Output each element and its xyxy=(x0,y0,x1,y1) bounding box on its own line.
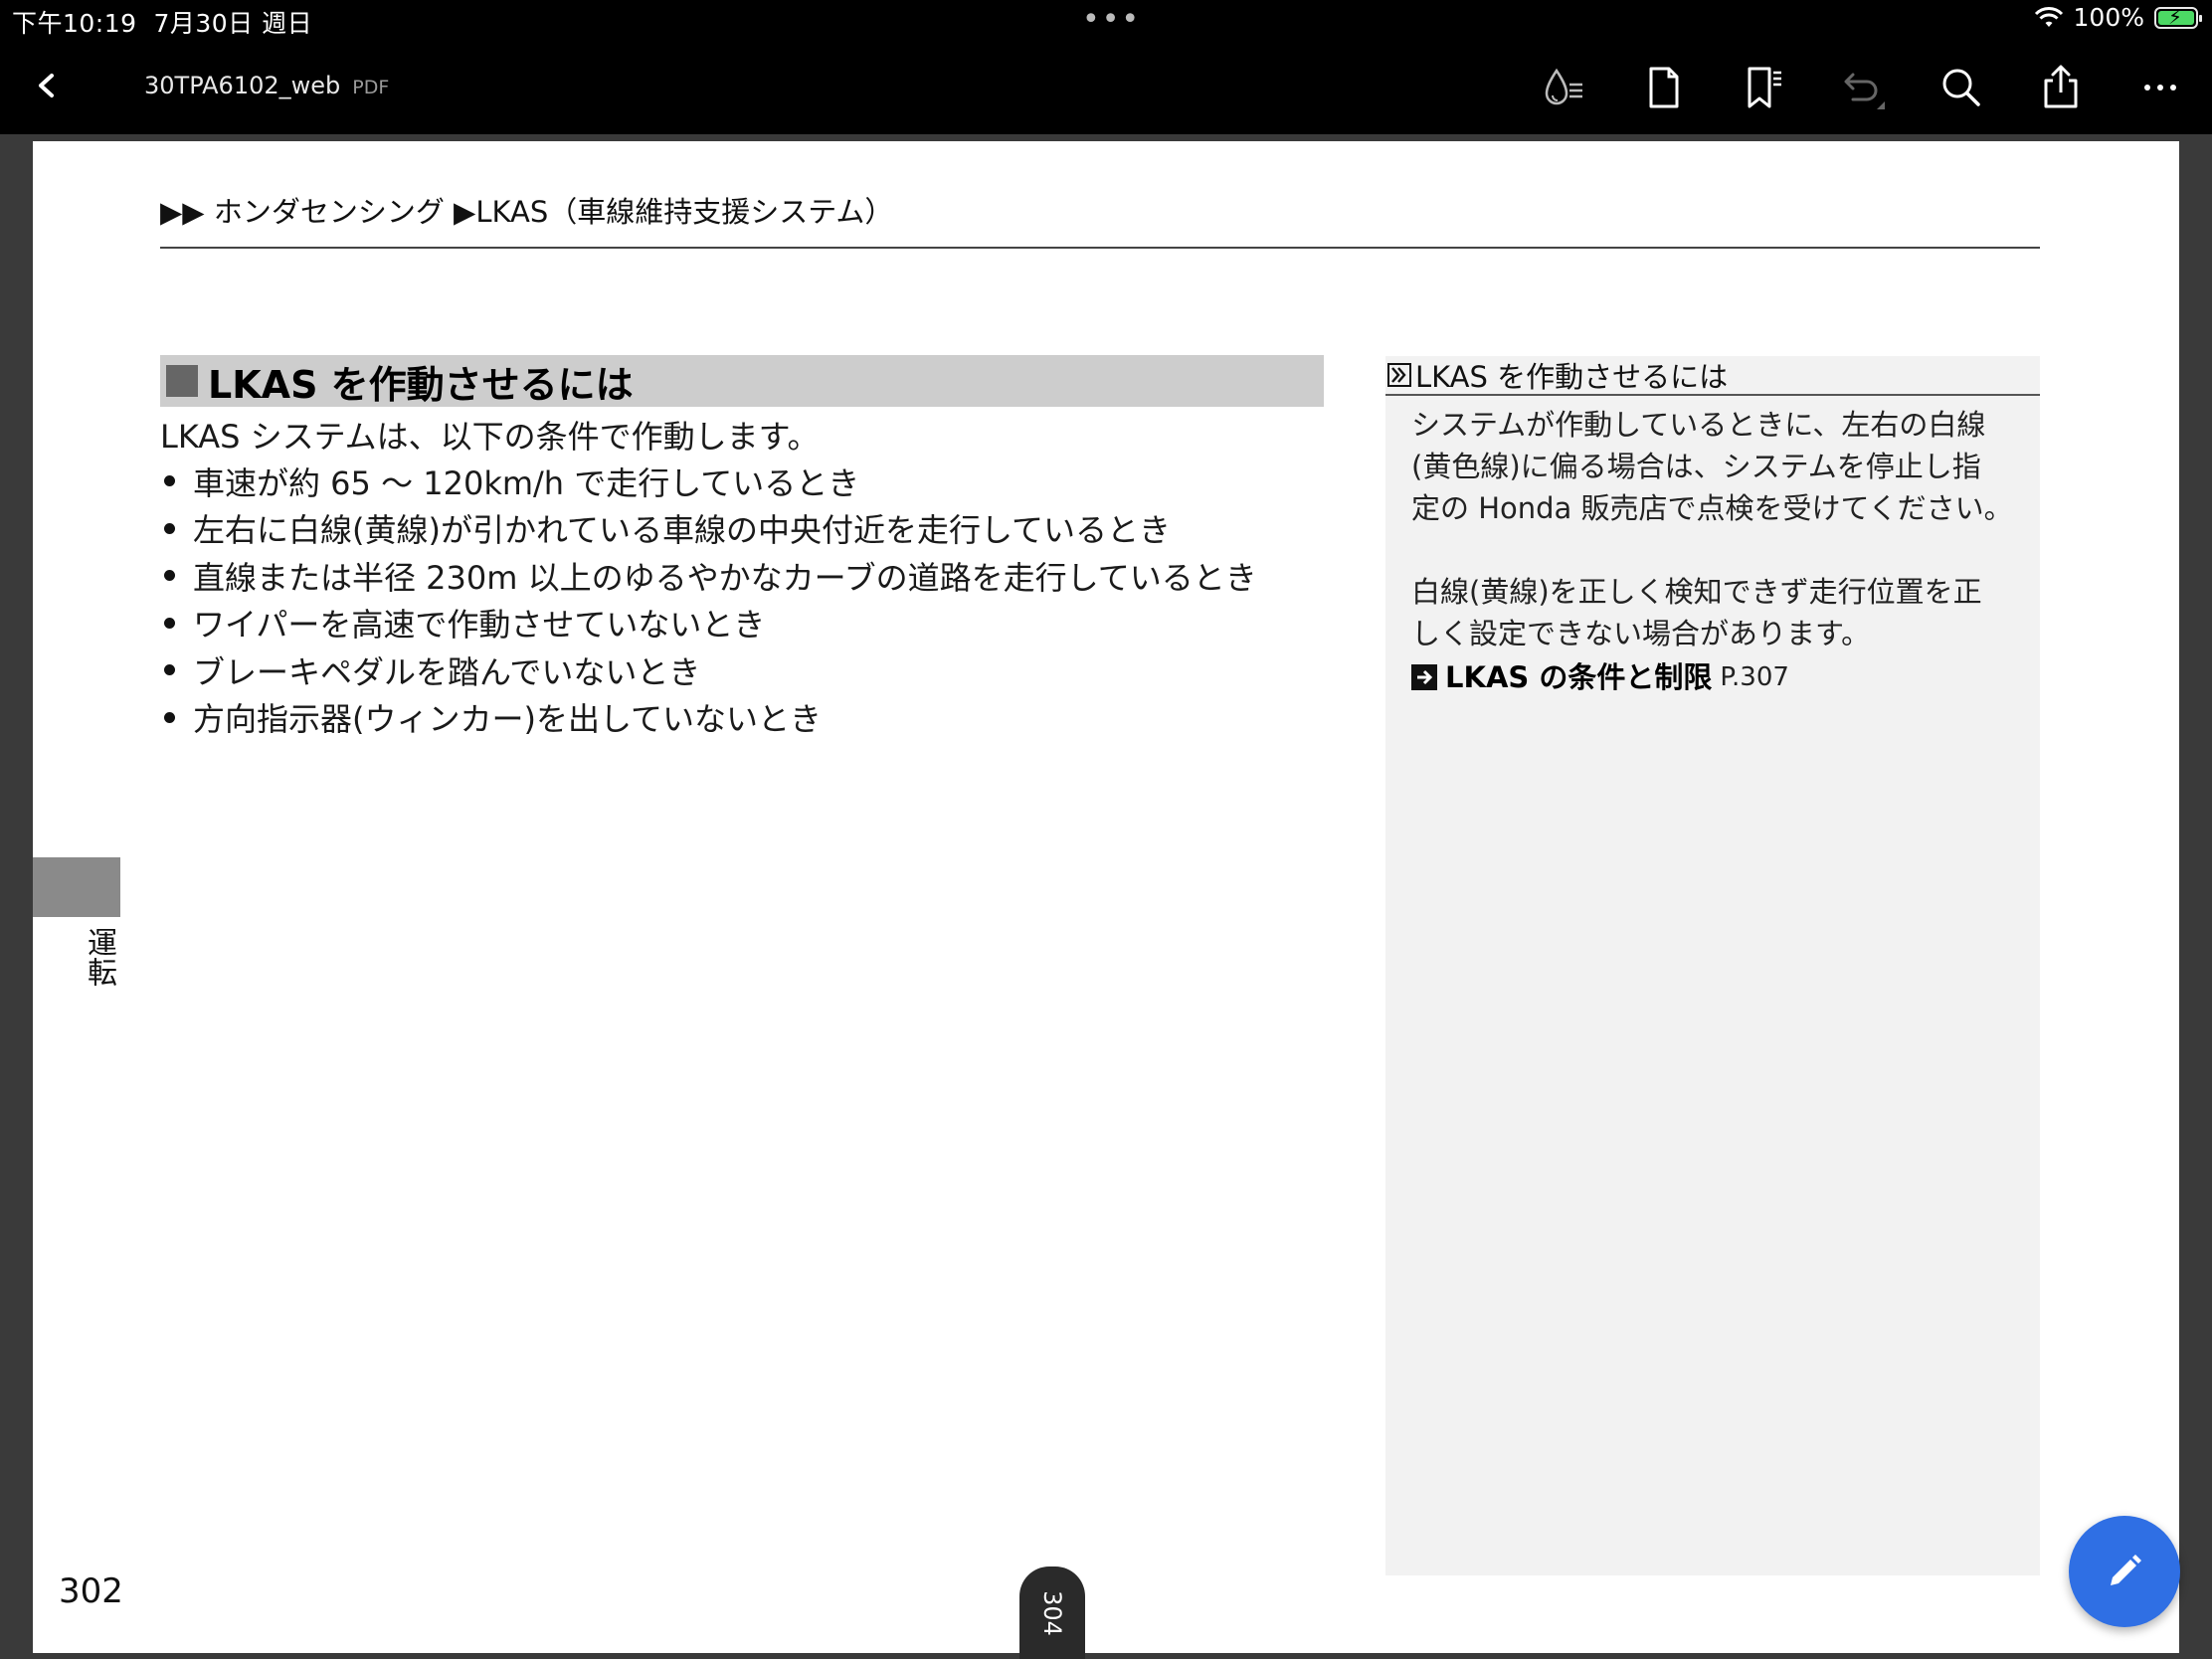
bullet-icon xyxy=(164,570,175,582)
heading-text: LKAS を作動させるには xyxy=(208,362,634,407)
note-header: LKAS を作動させるには xyxy=(1385,356,2040,396)
page-icon xyxy=(1649,67,1679,108)
list-item: 方向指示器(ウィンカー)を出していないとき xyxy=(160,694,1257,742)
list-item-text: 左右に白線(黄線)が引かれている車線の中央付近を走行しているとき xyxy=(193,511,1172,550)
more-button[interactable] xyxy=(2132,60,2188,115)
search-button[interactable] xyxy=(1934,60,1989,115)
list-item: 車速が約 65 ～ 120km/h で走行しているとき xyxy=(160,458,1257,505)
section-heading: LKAS を作動させるには xyxy=(160,355,1324,407)
clock-date: 7月30日 週日 xyxy=(153,9,313,38)
list-item: ワイパーを高速で作動させていないとき xyxy=(160,600,1257,647)
intro-text: LKAS システムは、以下の条件で作動します。 xyxy=(160,418,820,456)
list-item-text: 直線または半径 230m 以上のゆるやかなカーブの道路を走行しているとき xyxy=(193,558,1257,597)
link-text: LKAS の条件と制限 xyxy=(1445,660,1713,694)
clock-time: 下午10:19 xyxy=(12,9,137,38)
heading-square-icon xyxy=(166,365,198,397)
list-item-text: ブレーキペダルを踏んでいないとき xyxy=(193,652,701,691)
chapter-tab xyxy=(33,857,120,917)
list-item-text: 方向指示器(ウィンカー)を出していないとき xyxy=(193,700,823,739)
note-spacer xyxy=(1411,529,2028,571)
note-title: LKAS を作動させるには xyxy=(1415,360,1729,394)
arrow-right-icon xyxy=(1411,664,1437,690)
ink-icon xyxy=(1545,68,1582,105)
charging-icon: ⚡ xyxy=(2168,4,2183,29)
page-button[interactable] xyxy=(1636,60,1692,115)
share-button[interactable] xyxy=(2033,60,2089,115)
status-indicators: 100% ⚡ xyxy=(2034,3,2202,32)
pdf-page[interactable]: ▶▶ ホンダセンシング ▶LKAS（車線維持支援システム） LKAS を作動させ… xyxy=(33,141,2179,1653)
breadcrumb: ▶▶ ホンダセンシング ▶LKAS（車線維持支援システム） xyxy=(160,195,894,229)
edit-button[interactable] xyxy=(2069,1516,2180,1627)
multitasking-dots-icon[interactable]: ••• xyxy=(1082,2,1141,37)
bullet-icon xyxy=(164,711,175,723)
search-icon xyxy=(1942,69,1980,106)
bullet-icon xyxy=(164,522,175,534)
list-item-text: 車速が約 65 ～ 120km/h で走行しているとき xyxy=(193,463,860,502)
share-icon xyxy=(2044,65,2078,108)
bullet-icon xyxy=(164,664,175,676)
note-line: システムが作動しているときに、左右の白線 xyxy=(1411,408,1986,442)
list-item-text: ワイパーを高速で作動させていないとき xyxy=(193,606,766,645)
page-scroll-indicator[interactable]: 304 xyxy=(1019,1567,1085,1659)
more-icon xyxy=(2144,85,2176,91)
status-bar: 下午10:19 7月30日 週日 ••• 100% ⚡ xyxy=(0,0,2212,40)
breadcrumb-divider xyxy=(160,247,2040,249)
bullet-icon xyxy=(164,475,175,487)
list-item: ブレーキペダルを踏んでいないとき xyxy=(160,646,1257,694)
back-icon xyxy=(39,74,54,97)
note-body: システムが作動しているときに、左右の白線 (黄色線)に偏る場合は、システムを停止… xyxy=(1411,404,2028,698)
bookmark-list-icon xyxy=(1748,67,1781,108)
battery-percent: 100% xyxy=(2073,3,2144,32)
ink-button[interactable] xyxy=(1536,60,1591,115)
double-chevron-icon xyxy=(1387,363,1411,387)
note-line: 白線(黄線)を正しく検知できず走行位置を正 xyxy=(1411,575,1982,609)
condition-list: 車速が約 65 ～ 120km/h で走行しているとき 左右に白線(黄線)が引か… xyxy=(160,458,1257,741)
bullet-icon xyxy=(164,617,175,629)
note-line: しく設定できない場合があります。 xyxy=(1411,617,1871,650)
list-item: 左右に白線(黄線)が引かれている車線の中央付近を走行しているとき xyxy=(160,505,1257,553)
undo-icon xyxy=(1844,73,1885,109)
cross-reference-link[interactable]: LKAS の条件と制限 P.307 xyxy=(1411,656,2028,698)
document-title: 30TPA6102_web PDF xyxy=(144,72,389,99)
link-page: P.307 xyxy=(1720,662,1789,692)
app-toolbar: 30TPA6102_web PDF xyxy=(0,40,2212,134)
document-type: PDF xyxy=(352,77,390,98)
page-indicator-number: 304 xyxy=(1038,1589,1066,1636)
undo-button[interactable] xyxy=(1833,60,1889,115)
note-line: 定の Honda 販売店で点検を受けてください。 xyxy=(1411,491,2013,525)
back-button[interactable] xyxy=(28,62,68,109)
document-name: 30TPA6102_web xyxy=(144,72,341,99)
status-time: 下午10:19 7月30日 週日 xyxy=(12,4,312,40)
note-line: (黄色線)に偏る場合は、システムを停止し指 xyxy=(1411,450,1981,483)
page-number: 302 xyxy=(59,1571,123,1611)
chapter-tab-label: 運転 xyxy=(82,927,116,987)
pencil-icon xyxy=(2111,1555,2141,1585)
side-note: LKAS を作動させるには システムが作動しているときに、左右の白線 (黄色線)… xyxy=(1385,356,2040,1575)
wifi-icon xyxy=(2034,6,2063,27)
bookmark-list-button[interactable] xyxy=(1737,60,1792,115)
battery-icon: ⚡ xyxy=(2154,4,2202,29)
list-item: 直線または半径 230m 以上のゆるやかなカーブの道路を走行しているとき xyxy=(160,552,1257,600)
